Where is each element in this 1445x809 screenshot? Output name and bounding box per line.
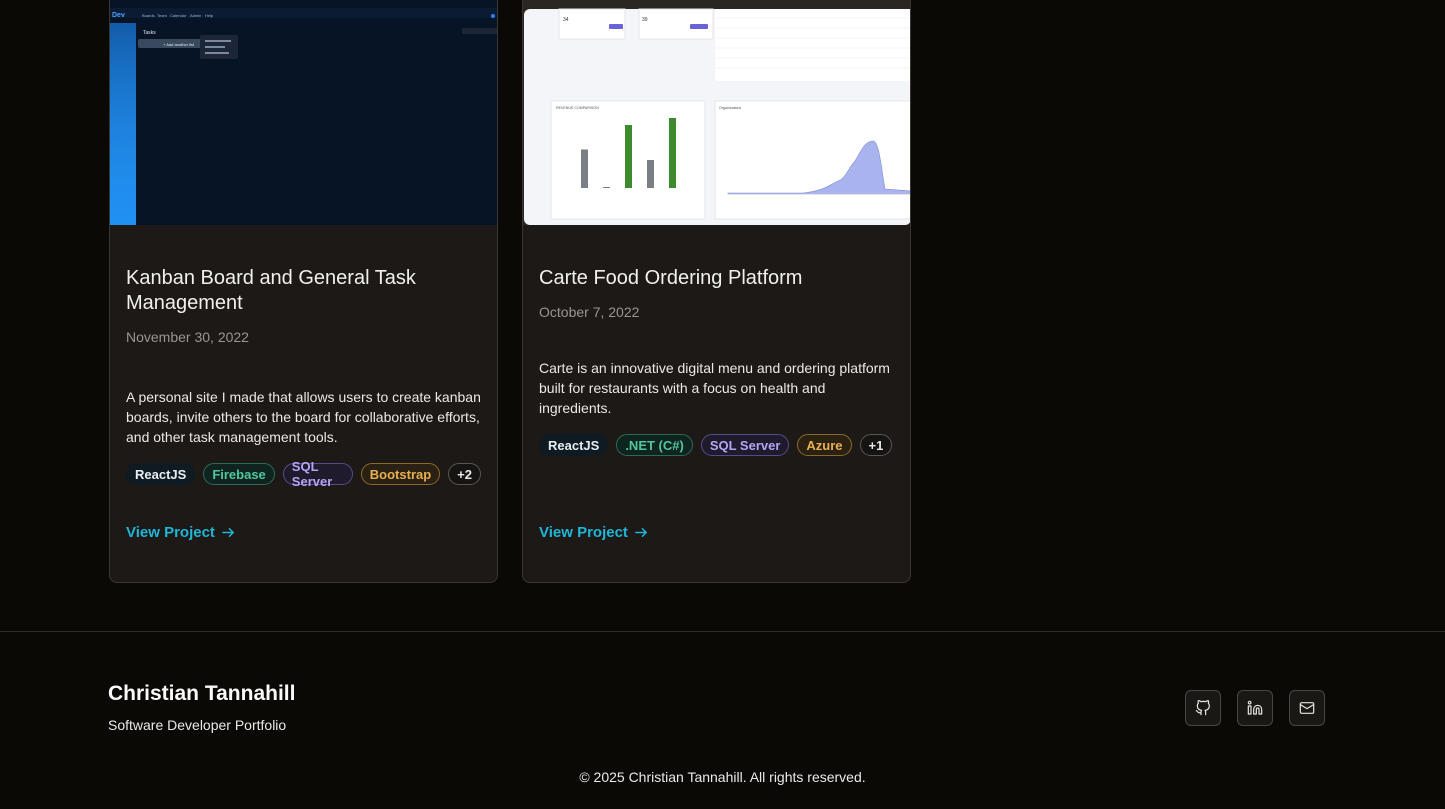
svg-text:+ Add another list: + Add another list (163, 42, 195, 47)
project-description: A personal site I made that allows users… (126, 389, 481, 445)
tag-dotnet: .NET (C#) (616, 434, 693, 456)
tag-list: ReactJS Firebase SQL Server Bootstrap +2 (126, 459, 481, 489)
github-icon (1195, 700, 1210, 716)
svg-text:Organizations: Organizations (719, 106, 741, 110)
svg-text:39: 39 (642, 17, 648, 23)
tag-list: ReactJS .NET (C#) SQL Server Azure +1 (539, 434, 894, 456)
tag-azure: Azure (797, 434, 852, 456)
email-link[interactable] (1289, 690, 1325, 726)
svg-text:34: 34 (563, 17, 569, 23)
card-body: Kanban Board and General Task Management… (126, 266, 481, 489)
arrow-right-icon (222, 528, 234, 537)
svg-text:Admin: Admin (190, 13, 201, 18)
linkedin-link[interactable] (1237, 690, 1273, 726)
project-card-carte: 34 39 REVENUE COMPARISON Organizations C… (522, 0, 911, 583)
thumbnail-bar (625, 125, 632, 188)
github-link[interactable] (1185, 690, 1221, 726)
project-description: Carte is an innovative digital menu and … (539, 360, 890, 416)
tag-bootstrap: Bootstrap (360, 463, 441, 485)
footer-name: Christian Tannahill (108, 682, 296, 705)
tag-sql-server: SQL Server (700, 434, 790, 456)
tag-reactjs: ReactJS (539, 434, 609, 456)
view-project-link[interactable]: View Project (539, 524, 649, 541)
view-project-link[interactable]: View Project (126, 524, 236, 541)
project-date: October 7, 2022 (539, 304, 640, 320)
svg-text:Boards: Boards (142, 13, 155, 18)
copyright-notice: © 2025 Christian Tannahill. All rights r… (579, 769, 866, 785)
footer-divider (0, 631, 1445, 632)
project-card-kanban: Dev Boards Team Calendar Admin Help Task… (109, 0, 498, 583)
svg-text:Dev: Dev (112, 12, 125, 19)
tag-firebase: Firebase (203, 463, 275, 485)
project-title: Carte Food Ordering Platform (539, 267, 803, 289)
mail-icon (1299, 702, 1315, 714)
tag-sql-server: SQL Server (282, 459, 353, 489)
project-screenshot: Dev Boards Team Calendar Admin Help Task… (110, 0, 497, 225)
view-project-label: View Project (539, 524, 628, 541)
svg-text:Team: Team (157, 13, 167, 18)
project-screenshot: 34 39 REVENUE COMPARISON Organizations (523, 0, 910, 225)
card-body: Carte Food Ordering Platform October 7, … (539, 266, 894, 456)
thumbnail-bar (647, 160, 654, 188)
linkedin-icon (1247, 700, 1263, 715)
arrow-right-icon (635, 528, 647, 537)
social-links (1185, 690, 1325, 726)
footer-subtitle: Software Developer Portfolio (108, 717, 287, 733)
tag-more-count: +1 (859, 434, 893, 456)
thumbnail-bar (603, 187, 610, 188)
svg-text:Calendar: Calendar (170, 13, 187, 18)
thumbnail-bar (669, 118, 676, 188)
svg-text:Tasks: Tasks (143, 30, 156, 36)
svg-text:Help: Help (205, 13, 214, 18)
tag-more-count: +2 (448, 463, 481, 485)
project-date: November 30, 2022 (126, 329, 249, 345)
tag-reactjs: ReactJS (126, 463, 196, 485)
projects-grid: Dev Boards Team Calendar Admin Help Task… (109, 0, 911, 583)
svg-text:REVENUE COMPARISON: REVENUE COMPARISON (556, 106, 599, 110)
view-project-label: View Project (126, 524, 215, 541)
project-title: Kanban Board and General Task Management (126, 267, 416, 314)
thumbnail-bar (581, 149, 588, 188)
